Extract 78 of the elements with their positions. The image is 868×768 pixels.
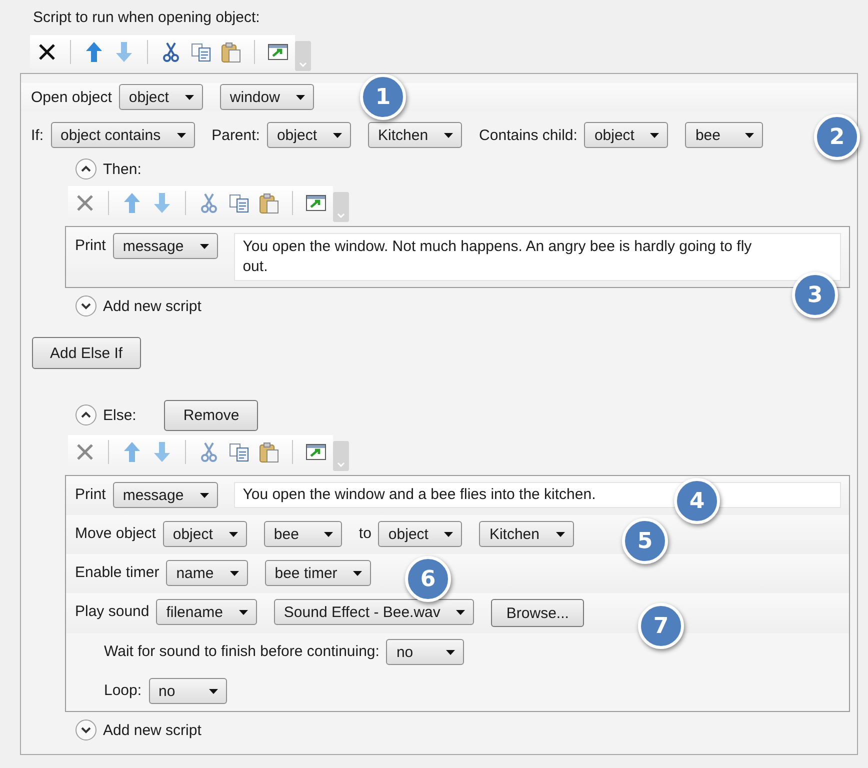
caret-icon [650, 132, 660, 138]
field-label: Open object [31, 88, 112, 106]
field-label: Contains child: [479, 126, 578, 144]
dropdown[interactable]: filename [156, 599, 257, 625]
down-arrow-icon[interactable] [151, 192, 173, 214]
message-field[interactable]: You open the window. Not much happens. An angry bee is hardly going to fly out. [234, 233, 841, 281]
caret-icon [228, 532, 238, 536]
field-label: Loop: [104, 681, 142, 701]
caret-icon [230, 570, 239, 576]
dropdown[interactable]: Kitchen [368, 122, 462, 148]
dropdown[interactable]: object [162, 521, 247, 547]
scissors-icon[interactable] [160, 41, 182, 63]
section-label: Then: [103, 160, 142, 178]
dropdown[interactable]: no [148, 678, 227, 704]
dropdown[interactable]: object [266, 122, 351, 148]
caret-icon [208, 688, 218, 694]
chevron-up-icon[interactable] [75, 158, 97, 180]
caret-icon [456, 610, 466, 614]
dropdown[interactable]: object [584, 122, 668, 148]
field-label: Move object [75, 524, 156, 544]
clipboard-icon[interactable] [258, 192, 280, 214]
dropdown[interactable]: name [166, 560, 248, 586]
caret-icon [184, 94, 194, 100]
chevron-up-icon[interactable] [75, 404, 97, 426]
dropdown[interactable]: bee [685, 122, 764, 148]
clipboard-icon[interactable] [220, 41, 242, 63]
caret-icon [176, 132, 186, 138]
add-else-if-button[interactable]: Add Else If [32, 337, 141, 369]
copy-icon[interactable] [228, 192, 250, 214]
up-arrow-icon[interactable] [121, 441, 143, 463]
caret-icon [446, 650, 456, 654]
caret-icon [353, 570, 362, 576]
caret-icon [324, 532, 333, 536]
field-label: Wait for sound to finish before continuing: [104, 642, 380, 662]
dropdown[interactable]: bee timer [264, 560, 372, 586]
dropdown[interactable]: Kitchen [479, 521, 574, 547]
dropdown[interactable]: object [378, 521, 462, 547]
dropdown[interactable]: object [118, 84, 203, 110]
dropdown[interactable]: object contains [50, 122, 195, 148]
copy-icon[interactable] [190, 41, 212, 63]
remove-button[interactable]: Remove [164, 400, 258, 430]
dropdown[interactable]: no [386, 639, 464, 665]
caret-icon [200, 492, 209, 498]
dropdown[interactable]: Sound Effect - Bee.wav [274, 599, 474, 625]
copy-icon[interactable] [228, 441, 250, 463]
caret-icon [444, 132, 454, 138]
script-label: Script to run when opening object: [32, 8, 261, 28]
section-label: Else: [103, 406, 136, 424]
down-arrow-icon[interactable] [151, 441, 173, 463]
chevron-down-icon [75, 295, 97, 317]
dropdown[interactable]: message [112, 233, 218, 259]
caret-icon [556, 532, 564, 536]
caret-icon [333, 132, 342, 138]
dropdown[interactable]: window [220, 84, 314, 110]
field-label: to [358, 524, 372, 544]
caret-icon [296, 94, 305, 100]
field-label: Print [75, 236, 106, 256]
browse-button[interactable]: Browse... [491, 599, 584, 627]
caret-icon [745, 132, 754, 138]
caret-icon [444, 532, 454, 536]
dropdown[interactable]: message [112, 482, 218, 508]
field-label: Enable timer [75, 563, 160, 583]
caret-icon [200, 244, 209, 248]
add-script-button[interactable]: Add new script [65, 717, 202, 743]
up-arrow-icon[interactable] [83, 41, 105, 63]
dropdown[interactable]: bee [264, 521, 342, 547]
caret-icon [238, 610, 248, 614]
up-arrow-icon[interactable] [121, 192, 143, 214]
scissors-icon[interactable] [198, 441, 220, 463]
down-arrow-icon[interactable] [113, 41, 135, 63]
field-label: Play sound [75, 602, 150, 622]
chevron-down-icon [75, 719, 97, 741]
clipboard-icon[interactable] [258, 441, 280, 463]
field-label: If: [31, 126, 44, 144]
field-label: Print [75, 485, 106, 505]
add-script-button[interactable]: Add new script [65, 293, 202, 319]
field-label: Parent: [212, 126, 260, 144]
scissors-icon[interactable] [198, 192, 220, 214]
